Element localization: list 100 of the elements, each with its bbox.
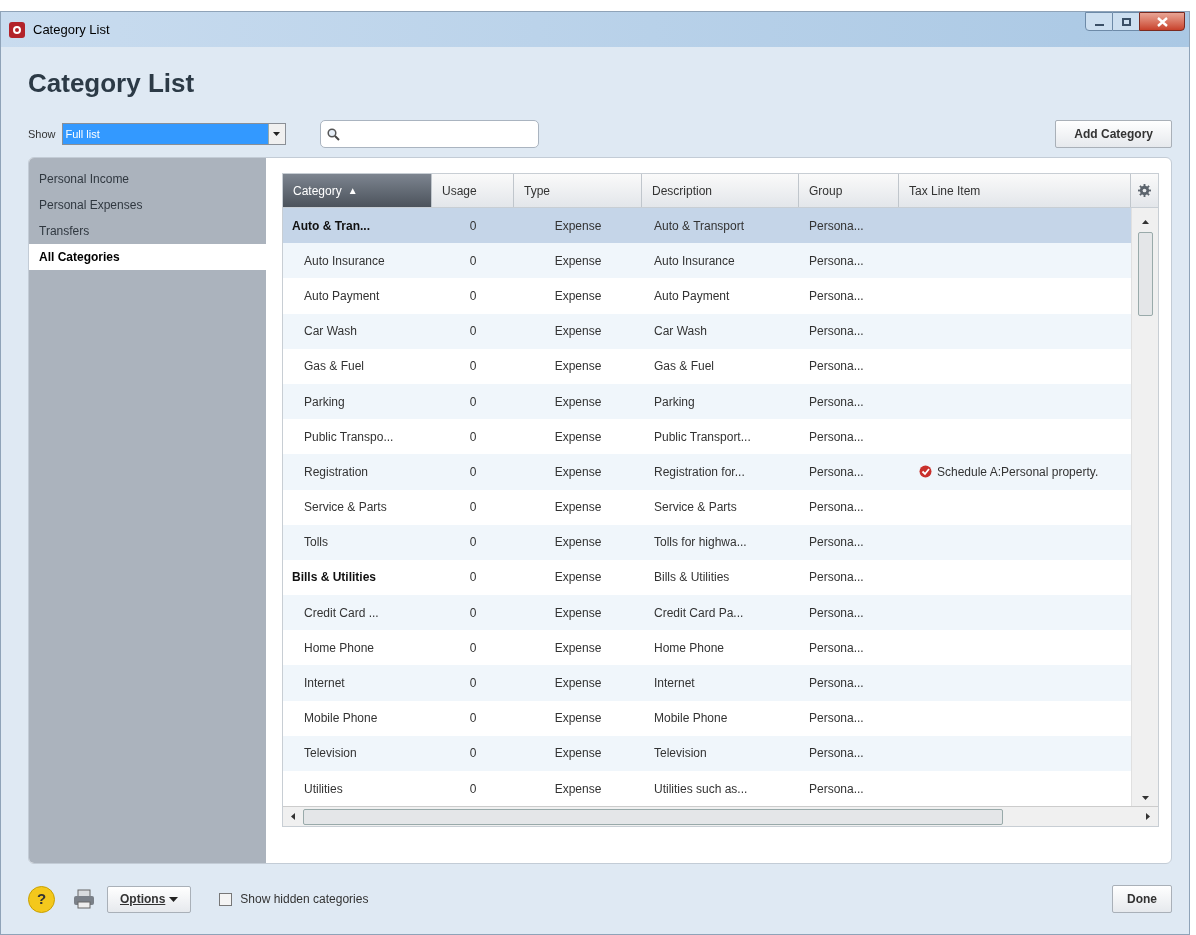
table-cell-text: 0	[468, 252, 478, 270]
table-cell-text: Tolls	[303, 534, 329, 552]
done-button[interactable]: Done	[1112, 885, 1172, 913]
check-icon	[919, 465, 932, 479]
add-category-button[interactable]: Add Category	[1055, 120, 1172, 148]
checkbox[interactable]	[219, 892, 233, 906]
table-cell-text: 0	[468, 745, 478, 763]
table-cell-text: Expense	[553, 604, 603, 622]
close-button[interactable]	[1139, 12, 1185, 31]
table-cell-text: Car Wash	[653, 323, 708, 341]
sidebar-item[interactable]: Transfers	[29, 218, 266, 244]
table-cell-text: Utilities such as...	[653, 780, 749, 798]
table-row[interactable]: Parking 0 Expense Parking Persona...	[283, 383, 1131, 420]
table-cell-text: 0	[468, 463, 478, 481]
table-cell-text: Home Phone	[653, 639, 726, 657]
table-cell-text: Home Phone	[303, 639, 376, 657]
table-cell-text: Parking	[303, 393, 346, 411]
table-cell-text: 0	[468, 639, 478, 657]
table-cell-text: 0	[468, 604, 478, 622]
table-cell-text: Expense	[553, 358, 603, 376]
table-cell-text: Expense	[553, 780, 603, 798]
table-cell-text: Bills & Utilities	[291, 569, 378, 587]
sidebar-item[interactable]: Personal Expenses	[29, 192, 266, 218]
right-arrow-icon[interactable]	[1146, 813, 1150, 821]
table-cell-text: Persona...	[808, 499, 865, 517]
table-cell-text: Expense	[553, 428, 603, 446]
table-cell-text: 0	[468, 780, 478, 798]
table-cell-text: Auto Insurance	[653, 252, 736, 270]
column-header[interactable]: Tax Line Item	[899, 174, 1131, 207]
help-icon[interactable]: ?	[28, 885, 55, 913]
table-cell-text: Persona...	[808, 393, 865, 411]
table-cell-text: Internet	[653, 675, 696, 693]
horizontal-scrollbar[interactable]	[283, 806, 1158, 827]
options-button[interactable]: Options	[107, 885, 192, 913]
search-field[interactable]	[319, 120, 539, 148]
table-cell-text: 0	[468, 428, 478, 446]
minimize-button[interactable]	[1085, 12, 1113, 31]
table-cell-text: Persona...	[808, 604, 865, 622]
table-row[interactable]: Registration 0 Expense Registration for... Persona... Schedule A:Personal property.	[283, 454, 1131, 490]
table-cell-text: Persona...	[808, 252, 865, 270]
table-cell-text: Persona...	[808, 358, 865, 376]
table-cell-text: 0	[468, 675, 478, 693]
column-header[interactable]: Description	[642, 174, 799, 207]
table-cell-text: Persona...	[808, 463, 865, 481]
table-cell-text: 0	[468, 534, 478, 552]
table-cell-text: Auto & Transport	[653, 217, 746, 235]
checkbox-label: Show hidden categories	[240, 891, 369, 908]
table-cell-text: 0	[468, 393, 478, 411]
table-cell-text: Gas & Fuel	[303, 358, 366, 376]
table-cell-text: Public Transpo...	[303, 428, 395, 446]
table-cell-text: Auto Payment	[653, 287, 731, 305]
table-cell-text: Expense	[553, 323, 603, 341]
table-cell-text: Auto Insurance	[303, 252, 386, 270]
up-arrow-icon[interactable]	[1141, 220, 1149, 224]
sidebar-item[interactable]: All Categories	[29, 244, 266, 270]
table-row[interactable]: Auto & Tran... 0 Expense Auto & Transport Persona...	[283, 208, 1131, 244]
printer-icon[interactable]	[73, 889, 95, 909]
table-cell-text: Bills & Utilities	[653, 569, 731, 587]
table-cell-text: Expense	[553, 745, 603, 763]
table-cell-text: Persona...	[808, 534, 865, 552]
scroll-thumb[interactable]	[303, 808, 1003, 825]
table-cell-text: Expense	[553, 675, 603, 693]
column-header[interactable]: Type	[514, 174, 642, 207]
table-row[interactable]: Tolls 0 Expense Tolls for highwa... Persona...	[283, 524, 1131, 560]
column-header[interactable]: Usage	[432, 174, 514, 207]
window-title: Category List	[33, 20, 110, 39]
table-cell-text: 0	[468, 323, 478, 341]
table-cell-text: Expense	[553, 393, 603, 411]
table-cell-text: Expense	[553, 252, 603, 270]
table-row[interactable]: Internet 0 Expense Internet Persona...	[283, 665, 1131, 701]
table-cell-text: Television	[653, 745, 708, 763]
table-cell-text: Credit Card Pa...	[653, 604, 745, 622]
table-cell-text: Gas & Fuel	[653, 358, 716, 376]
table-cell-text: Car Wash	[303, 323, 358, 341]
table-cell-text: 0	[468, 217, 478, 235]
table-cell-text: Tolls for highwa...	[653, 534, 748, 552]
table-cell-text: 0	[468, 287, 478, 305]
column-header[interactable]: Group	[799, 174, 899, 207]
maximize-button[interactable]	[1113, 12, 1139, 31]
table-row[interactable]: Television 0 Expense Television Persona...	[283, 735, 1131, 771]
table-cell-text: Service & Parts	[303, 499, 388, 517]
table-row[interactable]: Credit Card ... 0 Expense Credit Card Pa... Persona...	[283, 595, 1131, 631]
table-row[interactable]: Auto Insurance 0 Expense Auto Insurance Persona...	[283, 243, 1131, 279]
table-cell-text: Television	[303, 745, 358, 763]
caret-icon	[273, 132, 281, 136]
scroll-thumb[interactable]	[1137, 232, 1153, 316]
table-cell-text: Persona...	[808, 639, 865, 657]
table-cell-text: Registration	[303, 463, 370, 481]
table-cell-text: Persona...	[808, 745, 865, 763]
sidebar-item[interactable]: Personal Income	[29, 166, 266, 192]
table-cell-text: Expense	[553, 710, 603, 728]
down-arrow-icon[interactable]	[1141, 796, 1149, 801]
table-cell-text: 0	[468, 499, 478, 517]
left-arrow-icon[interactable]	[291, 813, 295, 821]
table-cell-text: Utilities	[303, 780, 344, 798]
settings-icon[interactable]	[1138, 184, 1151, 197]
column-header[interactable]: Category ▲	[283, 174, 432, 207]
table-cell-text: Schedule A:Personal property.	[937, 463, 1099, 481]
vertical-scrollbar[interactable]	[1131, 208, 1158, 807]
table-row[interactable]: Car Wash 0 Expense Car Wash Persona...	[283, 313, 1131, 349]
